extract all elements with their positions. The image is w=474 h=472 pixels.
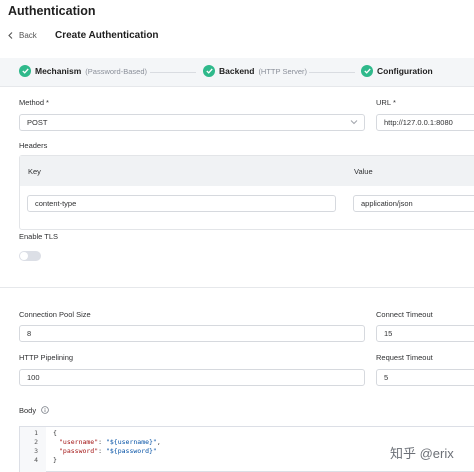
code-line: { (53, 429, 57, 437)
headers-key-column: Key (28, 167, 41, 176)
watermark: 知乎 @erix (390, 446, 454, 461)
section-divider (0, 287, 474, 288)
request-timeout-value: 5 (384, 373, 389, 382)
headers-table-head (20, 156, 474, 186)
url-label: URL * (376, 98, 396, 107)
url-input[interactable]: http://127.0.0.1:8080 (376, 114, 474, 131)
connect-timeout-input[interactable]: 15 (376, 325, 474, 342)
required-mark: * (393, 98, 396, 107)
code-line: "username": "${username}", (59, 438, 161, 446)
toggle-knob (20, 252, 28, 260)
line-number: 2 (34, 438, 38, 446)
check-circle-icon (19, 65, 31, 77)
json-value: "${username}" (105, 438, 157, 446)
connect-timeout-label: Connect Timeout (376, 310, 433, 319)
code-line: } (53, 456, 57, 464)
step-connector (150, 72, 196, 73)
required-mark: * (46, 98, 49, 107)
step-title: Mechanism (35, 66, 82, 76)
line-number: 4 (34, 456, 38, 464)
enable-tls-label: Enable TLS (19, 232, 59, 241)
connect-timeout-value: 15 (384, 329, 393, 338)
line-number: 3 (34, 447, 38, 455)
body-label: Body (19, 406, 37, 415)
step-mechanism[interactable]: Mechanism (Password-Based) (19, 65, 147, 77)
step-configuration[interactable]: Configuration (361, 65, 433, 77)
pool-size-value: 8 (27, 329, 32, 338)
json-key: "username" (59, 438, 99, 446)
chevron-down-icon (350, 120, 358, 125)
step-title: Configuration (377, 66, 433, 76)
enable-tls-toggle[interactable] (19, 251, 41, 261)
info-icon[interactable] (41, 406, 49, 414)
pipelining-label: HTTP Pipelining (19, 353, 74, 362)
step-subtitle: (Password-Based) (85, 66, 147, 76)
check-circle-icon (203, 65, 215, 77)
step-subtitle: (HTTP Server) (258, 66, 308, 76)
line-number: 1 (34, 429, 38, 437)
back-button[interactable]: Back (8, 31, 37, 40)
pool-size-input[interactable]: 8 (19, 325, 365, 342)
header-key-input[interactable]: content-type (27, 195, 336, 212)
step-backend[interactable]: Backend (HTTP Server) (203, 65, 307, 77)
headers-label: Headers (19, 141, 48, 150)
check-circle-icon (361, 65, 373, 77)
back-label: Back (19, 31, 37, 40)
chevron-left-icon (8, 32, 13, 39)
method-value: POST (27, 118, 48, 127)
header-value-input[interactable]: application/json (353, 195, 474, 212)
pool-size-label: Connection Pool Size (19, 310, 91, 319)
pipelining-input[interactable]: 100 (19, 369, 365, 386)
json-key: "password" (59, 447, 99, 455)
page-title: Authentication (8, 4, 96, 18)
code-line: "password": "${password}" (59, 447, 157, 455)
header-value-value: application/json (361, 199, 413, 208)
pipelining-value: 100 (27, 373, 40, 382)
method-select[interactable]: POST (19, 114, 365, 131)
headers-value-column: Value (354, 167, 373, 176)
step-title: Backend (219, 66, 255, 76)
json-value: "${password}" (105, 447, 157, 455)
url-value: http://127.0.0.1:8080 (384, 118, 453, 127)
request-timeout-input[interactable]: 5 (376, 369, 474, 386)
header-key-value: content-type (35, 199, 77, 208)
breadcrumb-title: Create Authentication (55, 30, 159, 41)
step-connector (309, 72, 355, 73)
method-label: Method * (19, 98, 49, 107)
request-timeout-label: Request Timeout (376, 353, 433, 362)
